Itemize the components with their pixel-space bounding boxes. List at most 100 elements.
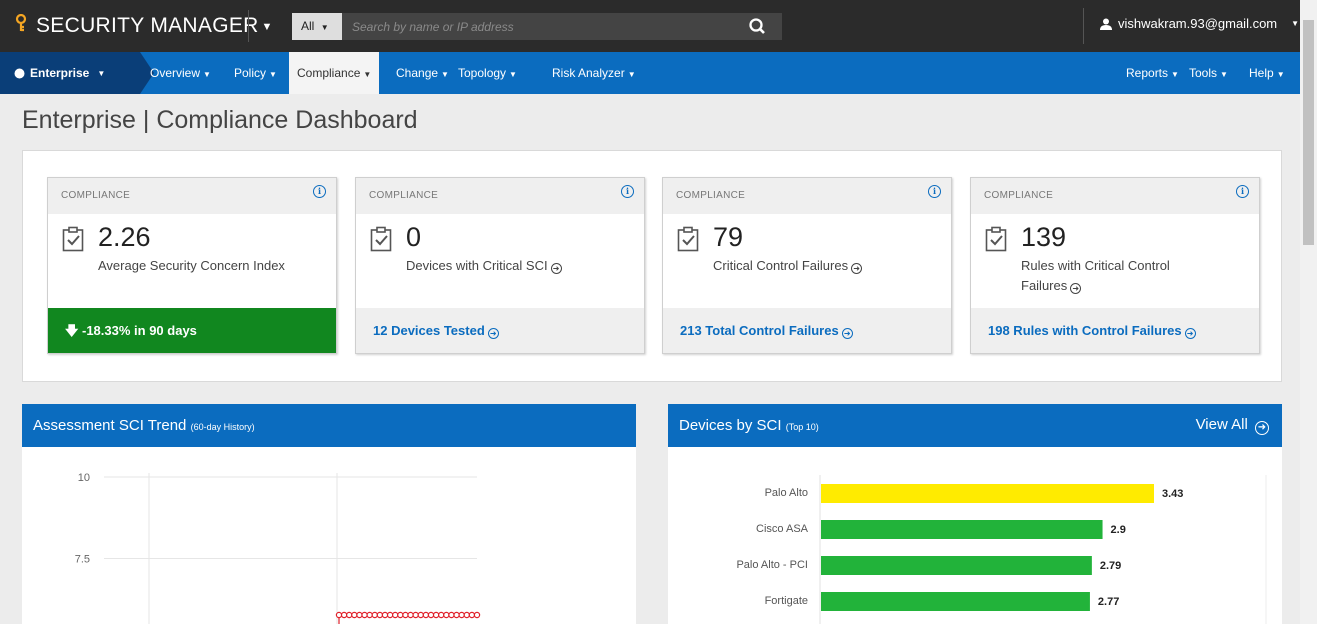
widget-subtitle: (Top 10) (785, 422, 819, 432)
data-point (443, 611, 450, 619)
nav-label: Overview (150, 66, 201, 80)
nav-item-policy[interactable]: Policy ▼ (234, 52, 277, 94)
card-header: COMPLIANCE i (663, 178, 951, 214)
data-point (376, 611, 384, 619)
widget-title-text: Devices by SCI (679, 417, 782, 434)
data-point (432, 611, 440, 619)
info-icon[interactable]: i (928, 185, 941, 198)
devices-tested-link[interactable]: 12 Devices Tested ➜ (356, 308, 644, 353)
card-label: COMPLIANCE (676, 190, 746, 201)
data-point (458, 611, 465, 619)
data-label: 3.43 (1162, 488, 1183, 500)
arrow-right-circle-icon: ➜ (841, 328, 853, 339)
metric-description: Average Security Concern Index (98, 258, 285, 273)
divider (1083, 8, 1084, 44)
data-point (340, 611, 348, 619)
chevron-down-icon[interactable]: ▼ (254, 14, 280, 40)
arrow-right-circle-icon: ➜ (487, 328, 499, 339)
metric-description: Rules with Critical Control Failures (1021, 258, 1170, 293)
total-control-failures-link[interactable]: 213 Total Control Failures ➜ (663, 308, 951, 353)
user-email: vishwakram.93@gmail.com (1118, 16, 1278, 31)
app-title: SECURITY MANAGER (36, 14, 259, 37)
divider (248, 10, 249, 42)
chevron-down-icon: ▼ (1220, 70, 1228, 79)
nav-item-overview[interactable]: Overview ▼ (150, 52, 211, 94)
nav-label: Change (396, 66, 439, 80)
view-all-text: View All (1195, 416, 1248, 433)
card-label: COMPLIANCE (369, 190, 439, 201)
data-point (346, 611, 353, 619)
widget-header: Assessment SCI Trend (60-day History) (22, 404, 636, 447)
data-point (392, 611, 399, 619)
metric-description-link[interactable]: Devices with Critical SCI ➜ (406, 256, 631, 276)
arrow-right-circle-icon: ➜ (851, 263, 863, 274)
info-icon[interactable]: i (1236, 185, 1249, 198)
chevron-down-icon: ▼ (1291, 19, 1300, 28)
clipboard-check-icon (985, 226, 1007, 252)
nav-bar: Enterprise ▼ Overview ▼ Policy ▼ Compliance… (0, 52, 1300, 94)
metric-description-link[interactable]: Rules with Critical Control Failures ➜ (1021, 256, 1211, 296)
nav-item-compliance[interactable]: Compliance ▼ (289, 52, 380, 94)
view-all-link[interactable]: View All ➜ (1196, 416, 1269, 435)
metric-value: 2.26 (98, 222, 151, 252)
info-icon[interactable]: i (313, 185, 326, 198)
arrow-right-circle-icon: ➜ (1184, 328, 1196, 339)
search-scope-select[interactable]: All ▼ (292, 13, 342, 40)
chevron-down-icon: ▼ (627, 70, 636, 79)
scope-menu-enterprise[interactable]: Enterprise ▼ (0, 52, 154, 94)
nav-item-help[interactable]: Help ▼ (1249, 52, 1285, 94)
globe-icon (14, 68, 25, 78)
data-label: 2.79 (1100, 560, 1121, 572)
nav-label: Risk Analyzer (552, 66, 625, 80)
bar (821, 592, 1090, 611)
nav-label: Topology (458, 66, 507, 80)
user-menu[interactable]: vishwakram.93@gmail.com ▼ (1100, 16, 1299, 31)
data-point (463, 611, 470, 619)
nav-label: Compliance (297, 66, 361, 80)
data-point (386, 611, 394, 619)
nav-item-reports[interactable]: Reports ▼ (1126, 52, 1179, 94)
category-label: Cisco ASA (756, 523, 809, 535)
scope-label: Enterprise (30, 66, 90, 80)
data-point (448, 611, 455, 619)
nav-item-tools[interactable]: Tools ▼ (1189, 52, 1228, 94)
nav-item-topology[interactable]: Topology ▼ (458, 52, 517, 94)
rules-control-failures-link[interactable]: 198 Rules with Control Failures ➜ (971, 308, 1259, 353)
devices-by-sci-widget: Devices by SCI (Top 10) View All ➜ Palo … (668, 404, 1282, 624)
data-point (397, 611, 404, 619)
nav-item-change[interactable]: Change ▼ (396, 52, 449, 94)
data-point (371, 611, 378, 619)
scrollbar-thumb[interactable] (1303, 20, 1314, 245)
clipboard-check-icon (370, 226, 392, 252)
card-header: COMPLIANCE i (48, 178, 336, 214)
metric-description: Critical Control Failures (713, 258, 849, 273)
search-input[interactable] (342, 13, 732, 40)
metric-value: 0 (406, 222, 422, 252)
page-scrollbar[interactable] (1300, 0, 1317, 624)
data-label: 2.77 (1098, 596, 1119, 608)
data-point (335, 611, 343, 619)
data-point (427, 611, 435, 619)
chevron-down-icon: ▼ (203, 70, 211, 79)
data-point (381, 611, 389, 619)
footer-text: 198 Rules with Control Failures (988, 323, 1182, 338)
chevron-down-icon: ▼ (320, 23, 329, 32)
nav-item-risk-analyzer[interactable]: Risk Analyzer ▼ (552, 52, 636, 94)
info-icon[interactable]: i (621, 185, 634, 198)
brand-logo[interactable]: SECURITY MANAGER (14, 13, 259, 38)
trend-footer: 🡇 -18.33% in 90 days (48, 308, 336, 353)
trend-text: -18.33% in 90 days (82, 323, 197, 338)
footer-text: 12 Devices Tested (373, 323, 485, 338)
nav-label: Tools (1189, 66, 1218, 80)
nav-label: Policy (234, 66, 267, 80)
data-point (453, 611, 460, 619)
metric-description-link[interactable]: Critical Control Failures ➜ (713, 256, 938, 276)
metric-value: 79 (713, 222, 744, 252)
data-point (422, 611, 430, 619)
data-point (351, 611, 358, 619)
y-tick-label: 10 (78, 472, 90, 484)
data-point (366, 611, 373, 619)
search-button[interactable] (732, 13, 782, 40)
search-icon (749, 18, 765, 34)
arrow-down-icon: 🡇 (65, 323, 79, 338)
